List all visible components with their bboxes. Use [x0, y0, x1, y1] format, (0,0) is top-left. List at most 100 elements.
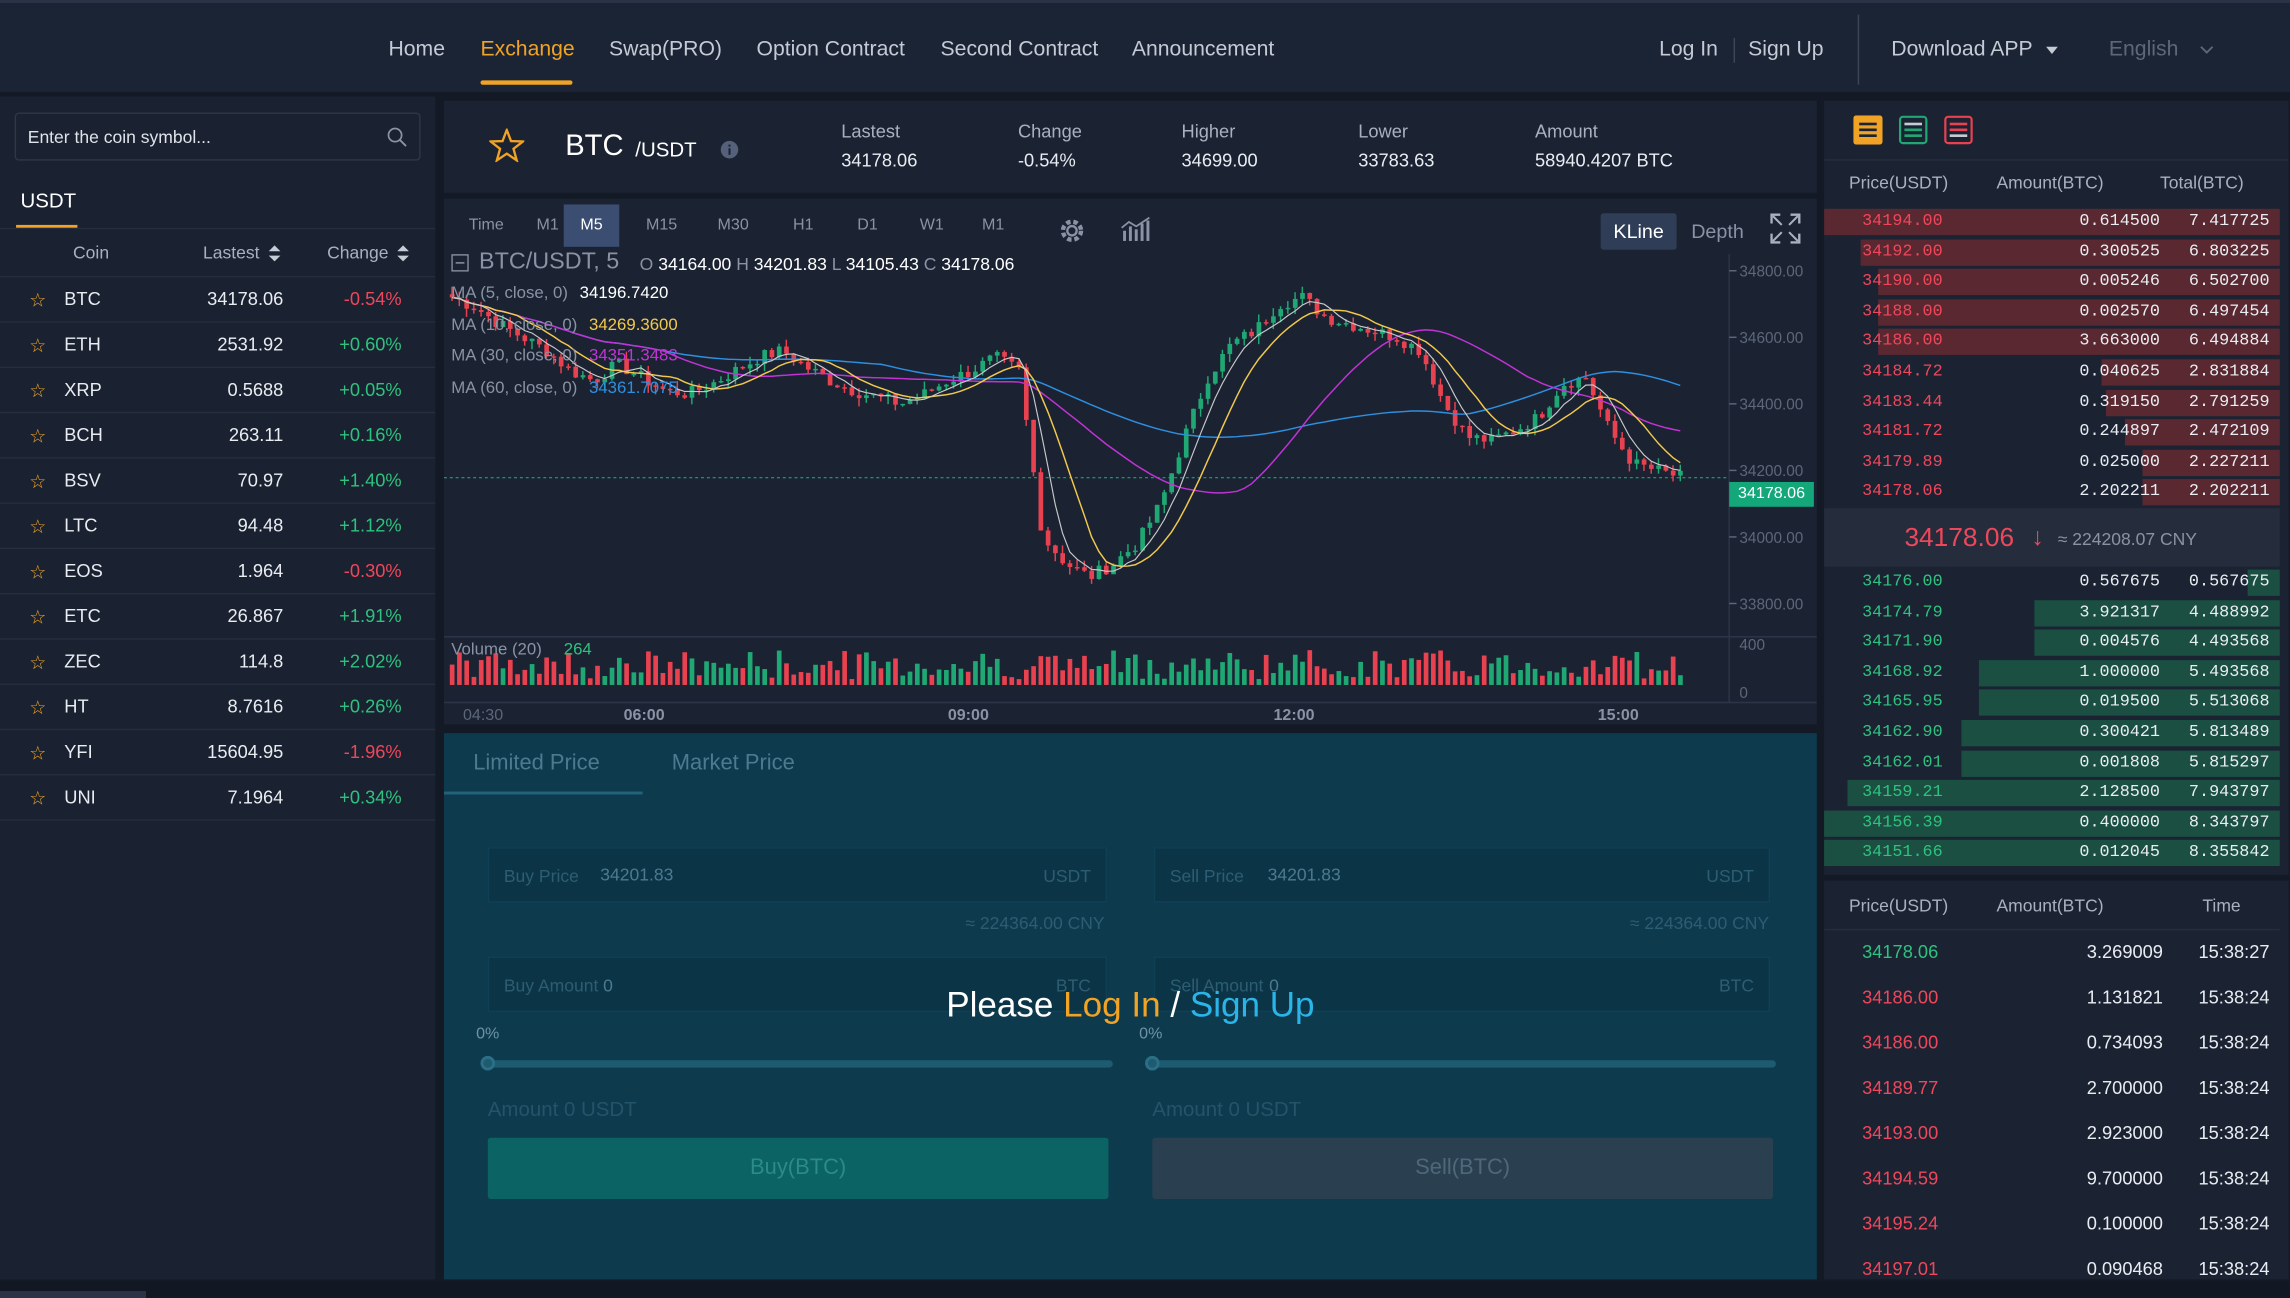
nav-second-contract[interactable]: Second Contract: [941, 38, 1099, 61]
ask-row[interactable]: 34178.06 2.202211 2.202211: [1824, 478, 2280, 507]
timeframe-m30[interactable]: M30: [711, 204, 755, 246]
sell-button[interactable]: Sell(BTC): [1152, 1137, 1773, 1200]
orderbook-both-icon[interactable]: [1853, 115, 1883, 145]
star-icon[interactable]: ☆: [29, 742, 46, 765]
kline-toggle[interactable]: KLine: [1600, 213, 1677, 250]
coin-row[interactable]: ☆ BTC 34178.06 -0.54%: [0, 277, 436, 323]
candle-body: [936, 386, 942, 391]
timeframe-h1[interactable]: H1: [784, 204, 822, 246]
buy-slider-handle[interactable]: [480, 1055, 496, 1071]
coin-row[interactable]: ☆ EOS 1.964 -0.30%: [0, 549, 436, 595]
ask-row[interactable]: 34179.89 0.025000 2.227211: [1824, 448, 2280, 477]
language-dropdown[interactable]: English: [2109, 38, 2214, 61]
ask-row[interactable]: 34188.00 0.002570 6.497454: [1824, 298, 2280, 327]
nav-option-contract[interactable]: Option Contract: [757, 38, 905, 61]
coin-row[interactable]: ☆ YFI 15604.95 -1.96%: [0, 730, 436, 776]
volume-bar: [1670, 656, 1676, 685]
bid-row[interactable]: 34174.79 3.921317 4.488992: [1824, 598, 2280, 627]
fullscreen-icon[interactable]: [1770, 213, 1801, 244]
bid-row[interactable]: 34162.90 0.300421 5.813489: [1824, 719, 2280, 748]
coin-row[interactable]: ☆ UNI 7.1964 +0.34%: [0, 776, 436, 821]
bottom-scrollbar-track[interactable]: [0, 1282, 2290, 1298]
coin-row[interactable]: ☆ ETH 2531.92 +0.60%: [0, 323, 436, 369]
ask-row[interactable]: 34194.00 0.614500 7.417725: [1824, 207, 2280, 236]
bid-row[interactable]: 34165.95 0.019500 5.513068: [1824, 688, 2280, 717]
buy-price-field[interactable]: Buy Price 34201.83 USDT: [487, 847, 1108, 903]
signup-link[interactable]: Sign Up: [1748, 38, 1823, 61]
bid-row[interactable]: 34162.01 0.001808 5.815297: [1824, 749, 2280, 778]
buy-button[interactable]: Buy(BTC): [487, 1137, 1109, 1200]
bid-row[interactable]: 34171.90 0.004576 4.493568: [1824, 628, 2280, 657]
sell-slider-handle[interactable]: [1145, 1055, 1160, 1071]
star-icon[interactable]: ☆: [29, 289, 46, 312]
buy-amount-slider[interactable]: [487, 1060, 1113, 1068]
star-icon[interactable]: ☆: [29, 516, 46, 539]
col-header-change[interactable]: Change: [327, 242, 409, 263]
ask-row[interactable]: 34192.00 0.300525 6.803225: [1824, 237, 2280, 266]
timeframe-m15[interactable]: M15: [640, 204, 684, 246]
orderbook-bids-icon[interactable]: [1898, 115, 1928, 145]
star-icon[interactable]: ☆: [29, 470, 46, 493]
star-icon[interactable]: ☆: [29, 425, 46, 448]
depth-toggle[interactable]: Depth: [1682, 213, 1752, 250]
login-link[interactable]: Log In: [1659, 38, 1718, 61]
login-prompt-link[interactable]: Log In: [1063, 986, 1160, 1025]
nav-home[interactable]: Home: [388, 38, 445, 61]
kline-chart[interactable]: 34800.00 34600.00 34400.00 34200.00 34000.00…: [443, 199, 1817, 725]
info-icon[interactable]: [720, 140, 739, 159]
timeframe-d1[interactable]: D1: [849, 204, 887, 246]
coin-row[interactable]: ☆ LTC 94.48 +1.12%: [0, 504, 436, 550]
signup-prompt-link[interactable]: Sign Up: [1190, 986, 1315, 1025]
star-icon[interactable]: ☆: [29, 787, 46, 810]
tab-market-price[interactable]: Market Price: [672, 751, 795, 776]
bottom-scrollbar-thumb[interactable]: [0, 1291, 147, 1298]
sell-amount-slider[interactable]: [1152, 1060, 1776, 1068]
star-icon[interactable]: ☆: [29, 561, 46, 584]
favorite-star-icon[interactable]: [489, 128, 525, 163]
coin-search-box: [14, 112, 421, 161]
ask-row[interactable]: 34184.72 0.040625 2.831884: [1824, 358, 2280, 387]
bid-row[interactable]: 34168.92 1.000000 5.493568: [1824, 658, 2280, 687]
coin-symbol: YFI: [64, 741, 93, 763]
quote-tab-usdt[interactable]: USDT: [20, 188, 76, 211]
bid-row[interactable]: 34159.21 2.128500 7.943797: [1824, 779, 2280, 808]
search-icon[interactable]: [387, 127, 407, 147]
star-icon[interactable]: ☆: [29, 651, 46, 674]
coin-search-input[interactable]: [16, 113, 379, 160]
ask-row[interactable]: 34190.00 0.005246 6.502700: [1824, 268, 2280, 297]
ask-row[interactable]: 34183.44 0.319150 2.791259: [1824, 388, 2280, 417]
col-header-lastest[interactable]: Lastest: [203, 242, 280, 263]
tab-limited-price[interactable]: Limited Price: [473, 751, 600, 776]
star-icon[interactable]: ☆: [29, 697, 46, 720]
settings-gear-icon[interactable]: [1057, 216, 1086, 245]
bid-row[interactable]: 34151.66 0.012045 8.355842: [1824, 839, 2280, 868]
timeframe-w1[interactable]: W1: [913, 204, 951, 246]
nav-announcement[interactable]: Announcement: [1132, 38, 1274, 61]
indicators-icon[interactable]: [1120, 216, 1152, 242]
coin-row[interactable]: ☆ BSV 70.97 +1.40%: [0, 459, 436, 504]
coin-row[interactable]: ☆ BCH 263.11 +0.16%: [0, 413, 436, 459]
timeframe-m1[interactable]: M1: [974, 204, 1012, 246]
coin-row[interactable]: ☆ HT 8.7616 +0.26%: [0, 685, 436, 731]
ask-row[interactable]: 34181.72 0.244897 2.472109: [1824, 418, 2280, 447]
timeframe-m1[interactable]: M1: [529, 204, 567, 246]
star-icon[interactable]: ☆: [29, 380, 46, 403]
bid-row[interactable]: 34156.39 0.400000 8.343797: [1824, 809, 2280, 838]
nav-swap-pro[interactable]: Swap(PRO): [609, 38, 722, 61]
nav-exchange[interactable]: Exchange: [480, 38, 574, 61]
book-total: 2.227211: [2188, 452, 2270, 472]
timeframe-time[interactable]: Time: [459, 204, 514, 246]
ask-row[interactable]: 34186.00 3.663000 6.494884: [1824, 328, 2280, 357]
download-app-dropdown[interactable]: Download APP: [1891, 38, 2058, 61]
sell-price-field[interactable]: Sell Price 34201.83 USDT: [1153, 847, 1771, 903]
star-icon[interactable]: ☆: [29, 606, 46, 629]
coin-row[interactable]: ☆ ZEC 114.8 +2.02%: [0, 640, 436, 685]
orderbook-asks-icon[interactable]: [1944, 115, 1973, 145]
coin-row[interactable]: ☆ ETC 26.867 +1.91%: [0, 594, 436, 640]
star-icon[interactable]: ☆: [29, 334, 46, 357]
coin-row[interactable]: ☆ XRP 0.5688 +0.05%: [0, 368, 436, 414]
bid-row[interactable]: 34176.00 0.567675 0.567675: [1824, 568, 2280, 597]
timeframe-m5[interactable]: M5: [563, 204, 620, 247]
volume-bar: [907, 671, 913, 685]
collapse-legend-icon[interactable]: [451, 254, 469, 272]
